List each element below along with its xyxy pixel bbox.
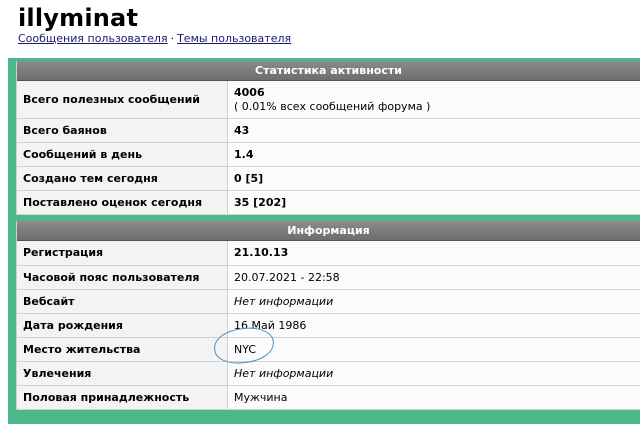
- info-label: Часовой пояс пользователя: [17, 265, 228, 290]
- info-value: Нет информации: [227, 361, 640, 386]
- info-value: 16 Май 1986: [227, 313, 640, 338]
- stats-label: Сообщений в день: [17, 142, 228, 167]
- user-posts-link[interactable]: Сообщения пользователя: [18, 32, 168, 45]
- stats-label: Всего баянов: [17, 118, 228, 143]
- stats-value: 1.4: [227, 142, 640, 167]
- stats-row-bayans: Всего баянов 43: [17, 118, 640, 143]
- stats-row-posts-per-day: Сообщений в день 1.4: [17, 142, 640, 167]
- stats-label: Поставлено оценок сегодня: [17, 190, 228, 215]
- user-topics-link[interactable]: Темы пользователя: [177, 32, 291, 45]
- info-row-timezone: Часовой пояс пользователя 20.07.2021 - 2…: [17, 265, 640, 290]
- useful-posts-count: 4006: [234, 85, 265, 99]
- stats-value: 43: [227, 118, 640, 143]
- stats-row-ratings-today: Поставлено оценок сегодня 35 [202]: [17, 190, 640, 215]
- stats-value: 0 [5]: [227, 166, 640, 191]
- info-label: Половая принадлежность: [17, 385, 228, 410]
- stats-label: Создано тем сегодня: [17, 166, 228, 191]
- stats-label: Всего полезных сообщений: [17, 81, 228, 119]
- information-header: Информация: [17, 221, 640, 241]
- useful-posts-percentage: ( 0.01% всех сообщений форума ): [234, 99, 431, 113]
- info-value: 20.07.2021 - 22:58: [227, 265, 640, 290]
- profile-username: illyminat: [18, 4, 139, 32]
- info-row-website: Вебсайт Нет информации: [17, 289, 640, 314]
- info-row-gender: Половая принадлежность Мужчина: [17, 385, 640, 410]
- profile-links: Сообщения пользователя · Темы пользователя: [18, 32, 291, 45]
- info-value: Нет информации: [227, 289, 640, 314]
- activity-stats-panel: Статистика активности Всего полезных соо…: [16, 61, 640, 215]
- info-value: NYC: [227, 337, 640, 362]
- info-label: Дата рождения: [17, 313, 228, 338]
- info-value: 21.10.13: [227, 241, 640, 266]
- info-value: Мужчина: [227, 385, 640, 410]
- info-label: Регистрация: [17, 241, 228, 266]
- activity-stats-header: Статистика активности: [17, 61, 640, 81]
- stats-value: 35 [202]: [227, 190, 640, 215]
- info-row-location: Место жительства NYC: [17, 337, 640, 362]
- info-label: Вебсайт: [17, 289, 228, 314]
- information-section: Информация Регистрация 21.10.13 Часовой …: [8, 218, 640, 424]
- stats-value: 4006 ( 0.01% всех сообщений форума ): [227, 81, 640, 119]
- information-table: Регистрация 21.10.13 Часовой пояс пользо…: [17, 241, 640, 410]
- info-label: Увлечения: [17, 361, 228, 386]
- activity-stats-section: Статистика активности Всего полезных соо…: [8, 58, 640, 218]
- information-panel: Информация Регистрация 21.10.13 Часовой …: [16, 221, 640, 410]
- info-row-birthday: Дата рождения 16 Май 1986: [17, 313, 640, 338]
- activity-stats-table: Всего полезных сообщений 4006 ( 0.01% вс…: [17, 81, 640, 215]
- info-row-interests: Увлечения Нет информации: [17, 361, 640, 386]
- info-label: Место жительства: [17, 337, 228, 362]
- link-separator: ·: [170, 32, 175, 45]
- stats-row-useful-posts: Всего полезных сообщений 4006 ( 0.01% вс…: [17, 81, 640, 119]
- stats-row-topics-today: Создано тем сегодня 0 [5]: [17, 166, 640, 191]
- info-row-registration: Регистрация 21.10.13: [17, 241, 640, 266]
